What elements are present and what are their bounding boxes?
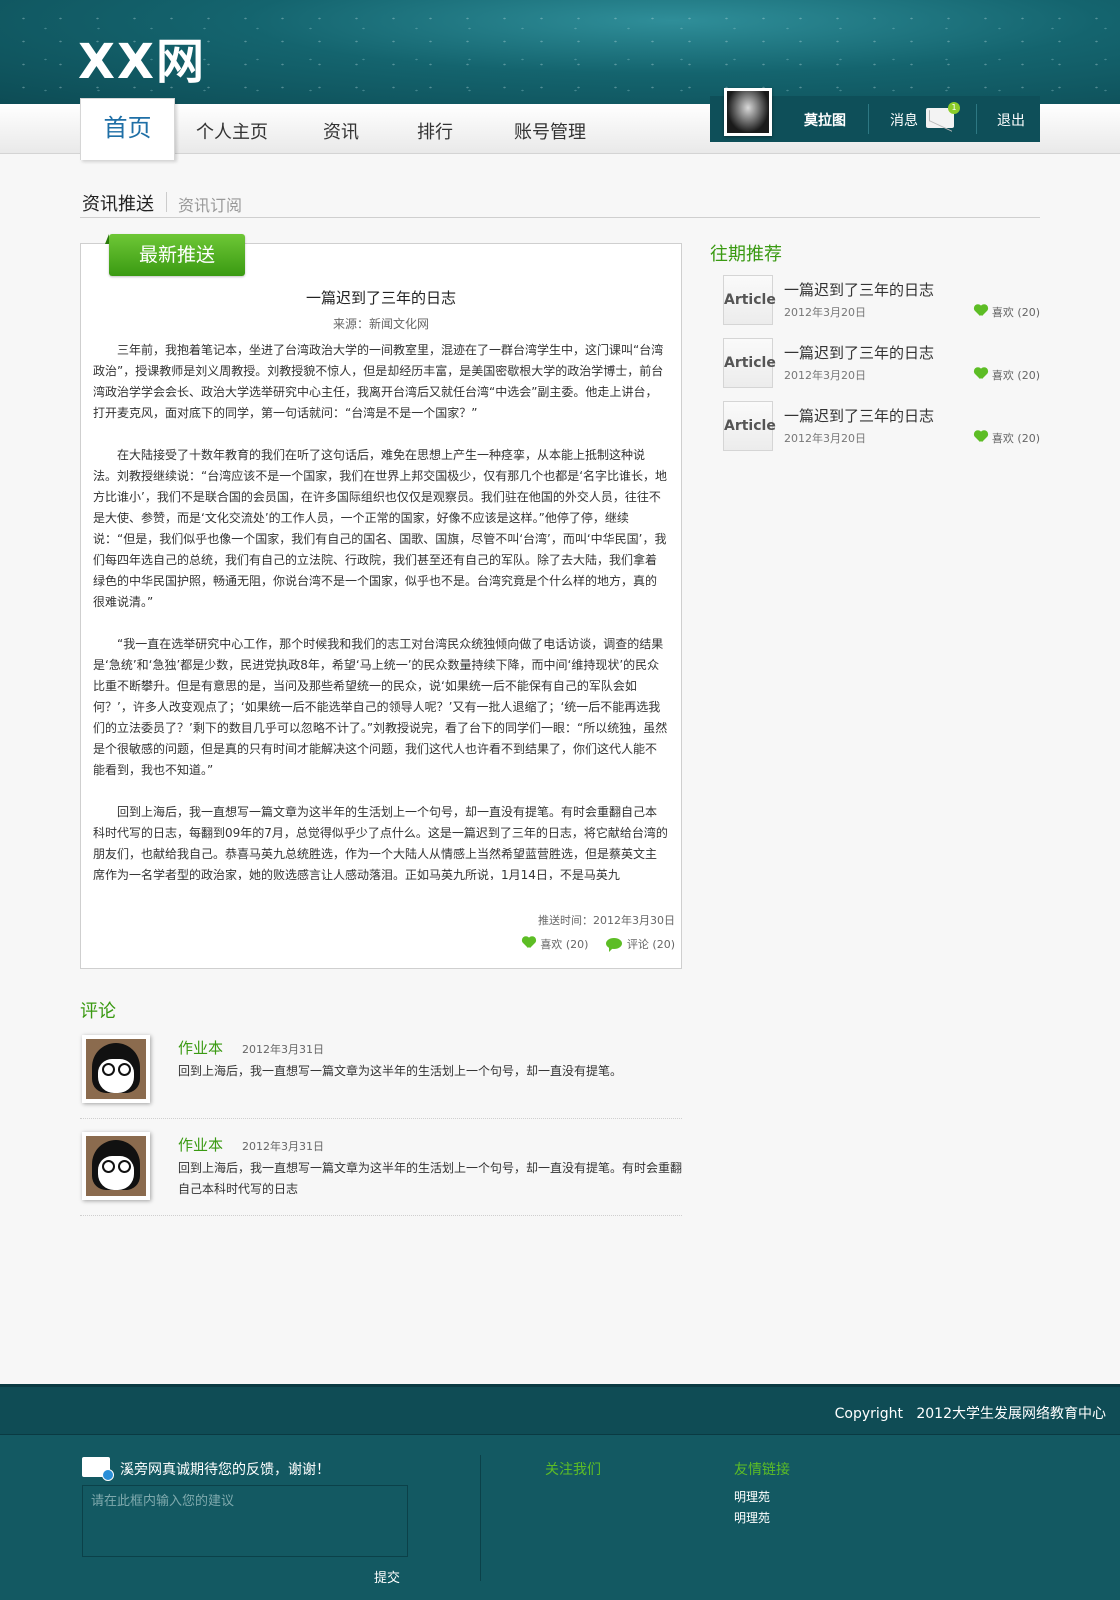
article-panel: 最新推送 一篇迟到了三年的日志 来源：新闻文化网 三年前，我抱着笔记本，坐进了台… [80, 234, 682, 969]
article-source: 来源：新闻文化网 [332, 317, 429, 331]
comment-icon [605, 938, 622, 952]
nav-news[interactable]: 资讯 [323, 118, 359, 144]
recommendation-title[interactable]: 一篇迟到了三年的日志 [784, 279, 934, 300]
friend-links-title: 友情链接 [734, 1462, 790, 1478]
heart-icon [974, 431, 988, 443]
like-count: (20) [1017, 369, 1040, 382]
recommendation-title[interactable]: 一篇迟到了三年的日志 [784, 342, 934, 363]
feedback-prompt: 溪旁网真诚期待您的反馈，谢谢！ [120, 1462, 330, 1478]
like-button[interactable]: 喜欢 (20) [974, 304, 1040, 320]
article-paragraph: 回到上海后，我一直想写一篇文章为这半年的生活划上一个句号，却一直没有提笔。有时会… [93, 805, 668, 880]
article-paragraph: 三年前，我抱着笔记本，坐进了台湾政治大学的一间教室里，混迹在了一群台湾学生中，这… [93, 343, 664, 420]
like-button[interactable]: 喜欢 (20) [974, 430, 1040, 446]
comment-date: 2012年3月31日 [242, 1140, 324, 1153]
like-button[interactable]: 喜欢 (20) [522, 938, 588, 951]
comment-item: 作业本 2012年3月31日 回到上海后，我一直想写一篇文章为这半年的生活划上一… [80, 1132, 682, 1216]
user-avatar[interactable] [724, 88, 772, 136]
message-count-badge: 1 [948, 102, 960, 114]
recommendation-date: 2012年3月20日 [784, 369, 866, 382]
footer: 溪旁网真诚期待您的反馈，谢谢！ 提交 关注我们 友情链接 明理苑 明理苑 [0, 1434, 1120, 1600]
like-label: 喜欢 [991, 369, 1014, 382]
recommendation-date: 2012年3月20日 [784, 432, 866, 445]
friend-link[interactable]: 明理苑 [734, 1488, 770, 1505]
latest-push-badge: 最新推送 [105, 234, 245, 276]
divider [868, 104, 869, 134]
article-paragraph: “我一直在选举研究中心工作，那个时候我和我们的志工对台湾民众统独倾向做了电话访谈… [93, 637, 668, 777]
recommendation-item[interactable]: Article 一篇迟到了三年的日志 2012年3月20日 喜欢 (20) [723, 275, 1040, 325]
submit-button[interactable]: 提交 [374, 1567, 400, 1586]
comment-text: 回到上海后，我一直想写一篇文章为这半年的生活划上一个句号，却一直没有提笔。有时会… [178, 1161, 683, 1196]
commenter-name[interactable]: 作业本 [178, 1134, 223, 1155]
nav-ranking[interactable]: 排行 [417, 118, 453, 144]
recommendation-title[interactable]: 一篇迟到了三年的日志 [784, 405, 934, 426]
article-thumbnail[interactable]: Article [723, 338, 776, 388]
copyright-text: Copyright 2012大学生发展网络教育中心 [834, 1406, 1106, 1422]
article-thumbnail[interactable]: Article [723, 275, 776, 325]
like-button[interactable]: 喜欢 (20) [974, 367, 1040, 383]
like-count: (20) [1017, 306, 1040, 319]
article-body: 三年前，我抱着笔记本，坐进了台湾政治大学的一间教室里，混迹在了一群台湾学生中，这… [93, 340, 668, 880]
messages-link[interactable]: 消息 [890, 110, 918, 130]
sub-tabs: 资讯推送 资讯订阅 [80, 188, 1040, 218]
follow-us-title: 关注我们 [545, 1462, 601, 1478]
divider [480, 1455, 481, 1581]
comment-count: (20) [652, 938, 675, 951]
avatar-image [86, 1039, 146, 1099]
feedback-input[interactable] [82, 1485, 408, 1557]
like-label: 喜欢 [991, 432, 1014, 445]
commenter-avatar[interactable] [82, 1132, 150, 1200]
comment-item: 作业本 2012年3月31日 回到上海后，我一直想写一篇文章为这半年的生活划上一… [80, 1035, 682, 1119]
article-thumbnail[interactable]: Article [723, 401, 776, 451]
article-title[interactable]: 一篇迟到了三年的日志 [81, 287, 681, 308]
header-banner: XX网 [0, 0, 1120, 104]
username[interactable]: 莫拉图 [804, 110, 846, 130]
logout-link[interactable]: 退出 [997, 110, 1025, 130]
past-recommendations-title: 往期推荐 [710, 244, 782, 265]
divider [976, 104, 977, 134]
tab-news-subscribe[interactable]: 资讯订阅 [178, 192, 242, 216]
comment-button[interactable]: 评论 (20) [592, 938, 675, 952]
tab-news-push[interactable]: 资讯推送 [82, 190, 154, 216]
like-label: 喜欢 [991, 306, 1014, 319]
like-count: (20) [1017, 432, 1040, 445]
comment-text: 回到上海后，我一直想写一篇文章为这半年的生活划上一个句号，却一直没有提笔。 [178, 1064, 623, 1078]
comment-label: 评论 [626, 938, 649, 951]
commenter-avatar[interactable] [82, 1035, 150, 1103]
heart-icon [974, 368, 988, 380]
footer-copyright-bar: Copyright 2012大学生发展网络教育中心 [0, 1384, 1120, 1434]
recommendation-item[interactable]: Article 一篇迟到了三年的日志 2012年3月20日 喜欢 (20) [723, 401, 1040, 451]
user-bar: 莫拉图 消息 1 退出 [710, 88, 1040, 142]
like-count: (20) [565, 938, 589, 951]
avatar-image [727, 91, 769, 133]
article-actions: 喜欢 (20) 评论 (20) [522, 936, 675, 952]
site-logo[interactable]: XX网 [78, 22, 206, 92]
nav-account[interactable]: 账号管理 [514, 118, 586, 144]
feedback-mail-icon [82, 1457, 114, 1481]
nav-home[interactable]: 首页 [80, 98, 175, 160]
recommendation-date: 2012年3月20日 [784, 306, 866, 319]
friend-link[interactable]: 明理苑 [734, 1509, 770, 1526]
commenter-name[interactable]: 作业本 [178, 1037, 223, 1058]
like-label: 喜欢 [540, 938, 563, 951]
push-time: 推送时间：2012年3月30日 [538, 914, 675, 927]
recommendation-item[interactable]: Article 一篇迟到了三年的日志 2012年3月20日 喜欢 (20) [723, 338, 1040, 388]
nav-profile[interactable]: 个人主页 [196, 118, 268, 144]
comments-title: 评论 [80, 1001, 116, 1022]
comment-date: 2012年3月31日 [242, 1043, 324, 1056]
heart-icon [522, 937, 536, 949]
heart-icon [974, 305, 988, 317]
avatar-image [86, 1136, 146, 1196]
divider [166, 192, 167, 212]
article-paragraph: 在大陆接受了十数年教育的我们在听了这句话后，难免在思想上产生一种痉挛，从本能上抵… [93, 448, 668, 609]
